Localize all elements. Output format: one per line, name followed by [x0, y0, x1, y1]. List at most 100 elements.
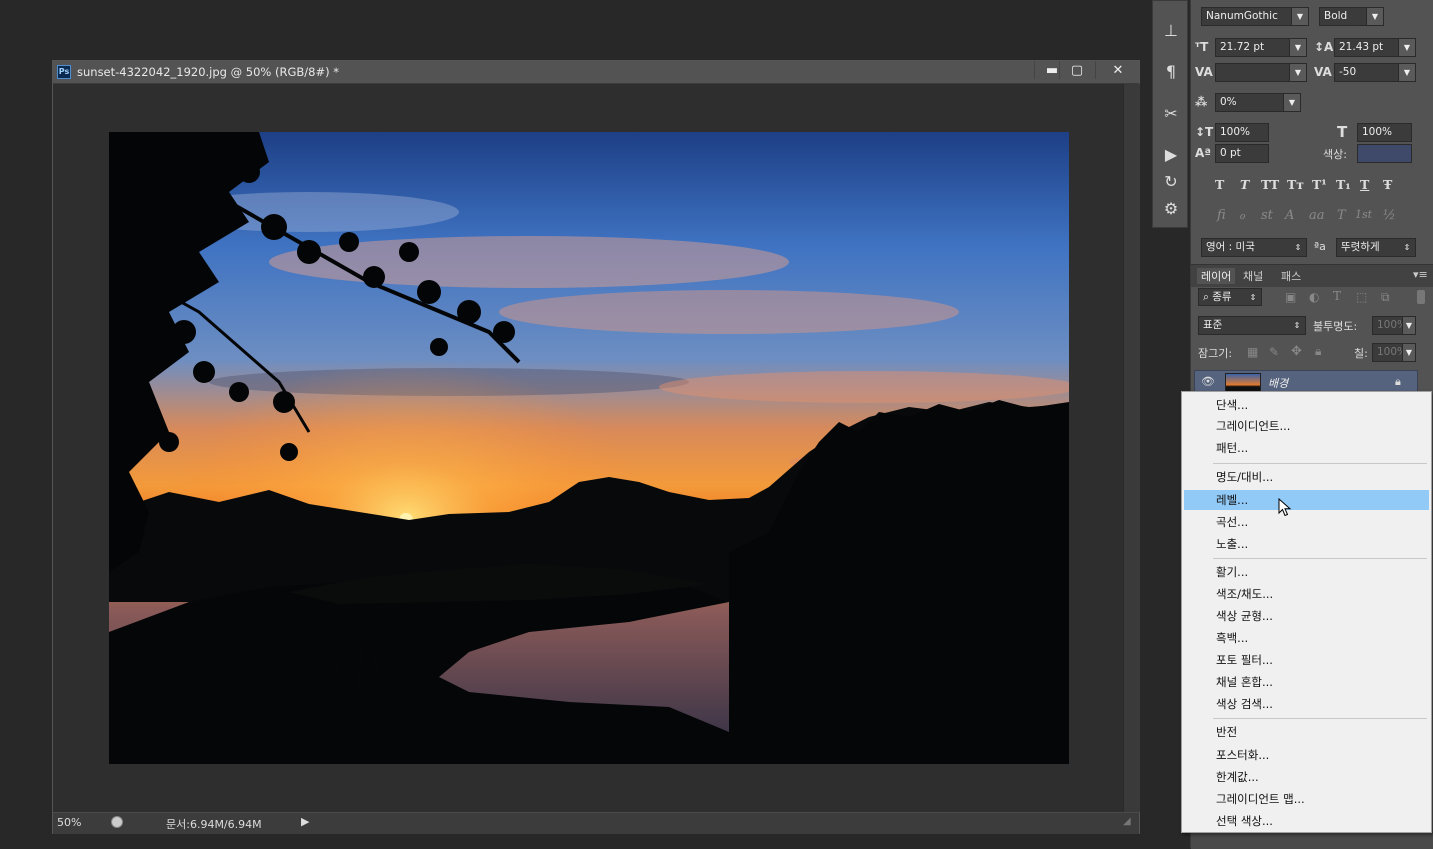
menu-item-posterize[interactable]: 포스터화... — [1184, 745, 1429, 765]
font-family-dropdown[interactable]: NanumGothic ▼ — [1201, 7, 1309, 26]
paragraph-styles-icon[interactable]: ⊥ — [1161, 21, 1181, 41]
menu-item-solid-color[interactable]: 단색... — [1184, 395, 1429, 415]
menu-item-curves[interactable]: 곡선... — [1184, 512, 1429, 532]
chevron-down-icon: ▼ — [1289, 39, 1306, 56]
document-window: Ps sunset-4322042_1920.jpg @ 50% (RGB/8#… — [52, 60, 1140, 834]
menu-item-gradient-map[interactable]: 그레이디언트 맵... — [1184, 789, 1429, 809]
small-caps-button[interactable]: Tт — [1287, 177, 1304, 192]
ordinals-button[interactable]: 1st — [1355, 208, 1372, 221]
menu-item-photo-filter[interactable]: 포토 필터... — [1184, 650, 1429, 670]
tab-channels[interactable]: 채널 — [1243, 268, 1263, 284]
layer-lock-icon: 🔒︎ — [1395, 375, 1401, 388]
menu-separator — [1213, 558, 1427, 559]
faux-italic-button[interactable]: T — [1240, 177, 1249, 192]
all-caps-button[interactable]: TT — [1261, 177, 1279, 192]
menu-item-threshold[interactable]: 한계값... — [1184, 767, 1429, 787]
menu-item-hue-saturation[interactable]: 색조/채도... — [1184, 584, 1429, 604]
visibility-eye-icon[interactable]: 👁︎ — [1201, 375, 1215, 388]
tool-presets-icon[interactable]: ✂ — [1161, 104, 1181, 124]
paragraph-icon[interactable]: ¶ — [1161, 62, 1181, 82]
filter-pixel-icon[interactable]: ▣ — [1285, 290, 1296, 304]
chevron-updown-icon: ⇕ — [1290, 239, 1306, 256]
menu-item-selective-color[interactable]: 선택 색상... — [1184, 811, 1429, 831]
opacity-field[interactable]: 100% ▼ — [1372, 316, 1416, 335]
tsume-field[interactable]: 0% ▼ — [1215, 93, 1301, 112]
alternates-button[interactable]: ℴ — [1239, 208, 1245, 223]
layer-thumbnail — [1225, 373, 1261, 393]
discretionary-ligatures-button[interactable]: st — [1261, 208, 1273, 223]
tab-paths[interactable]: 패스 — [1281, 268, 1301, 284]
filter-type-icon[interactable]: T — [1333, 289, 1341, 303]
sunset-photo[interactable] — [109, 132, 1069, 764]
baseline-shift-field[interactable]: 0 pt — [1215, 144, 1269, 163]
lock-position-icon[interactable]: ✥ — [1291, 344, 1302, 359]
lock-image-brush-icon[interactable]: ✎ — [1269, 345, 1279, 359]
text-color-swatch[interactable] — [1357, 144, 1412, 163]
vertical-scrollbar[interactable] — [1123, 84, 1140, 812]
filter-adjustment-icon[interactable]: ◐ — [1309, 290, 1319, 304]
fill-field[interactable]: 100% ▼ — [1372, 343, 1416, 362]
superscript-button[interactable]: T¹ — [1312, 177, 1327, 192]
resize-grip-icon[interactable]: ◢ — [1123, 816, 1137, 830]
menu-item-gradient[interactable]: 그레이디언트... — [1184, 416, 1429, 436]
status-info-icon[interactable] — [111, 816, 123, 828]
menu-item-exposure[interactable]: 노출... — [1184, 534, 1429, 554]
menu-item-brightness-contrast[interactable]: 명도/대비... — [1184, 467, 1429, 487]
tracking-field[interactable]: -50 ▼ — [1334, 63, 1416, 82]
filter-kind-value: 종류 — [1212, 291, 1232, 303]
menu-item-channel-mixer[interactable]: 채널 혼합... — [1184, 672, 1429, 692]
menu-item-invert[interactable]: 반전 — [1184, 722, 1429, 742]
antialias-dropdown[interactable]: 뚜렷하게 ⇕ — [1336, 238, 1416, 257]
document-title-bar[interactable]: Ps sunset-4322042_1920.jpg @ 50% (RGB/8#… — [53, 61, 1139, 84]
leading-field[interactable]: 21.43 pt ▼ — [1334, 38, 1416, 57]
filter-toggle-switch[interactable] — [1417, 290, 1425, 304]
horizontal-scale-field[interactable]: 100% — [1357, 123, 1412, 142]
tsume-value: 0% — [1220, 96, 1237, 108]
fractions-button[interactable]: ½ — [1383, 208, 1396, 223]
layers-bottom-bar — [1191, 832, 1433, 849]
menu-item-vibrance[interactable]: 활기... — [1184, 562, 1429, 582]
status-menu-arrow-icon[interactable]: ▶ — [301, 815, 309, 828]
lock-transparent-icon[interactable]: ▦ — [1247, 345, 1258, 359]
color-label: 색상: — [1323, 148, 1347, 161]
kerning-field[interactable]: ▼ — [1215, 63, 1307, 82]
vertical-scale-field[interactable]: 100% — [1215, 123, 1269, 142]
canvas-area[interactable] — [53, 84, 1123, 812]
menu-item-color-balance[interactable]: 색상 균형... — [1184, 606, 1429, 626]
tab-layers[interactable]: 레이어 — [1197, 268, 1236, 284]
filter-smart-object-icon[interactable]: ⧉ — [1381, 290, 1390, 305]
filter-shape-icon[interactable]: ⬚ — [1356, 290, 1367, 304]
language-dropdown[interactable]: 영어 : 미국 ⇕ — [1201, 238, 1307, 257]
subscript-button[interactable]: T₁ — [1336, 177, 1351, 192]
menu-item-color-lookup[interactable]: 색상 검색... — [1184, 694, 1429, 714]
close-button[interactable]: ✕ — [1095, 61, 1140, 79]
chevron-updown-icon: ⇕ — [1245, 289, 1261, 305]
faux-bold-button[interactable]: T — [1215, 177, 1224, 192]
swash-button[interactable]: A — [1285, 208, 1294, 223]
menu-item-pattern[interactable]: 패턴... — [1184, 438, 1429, 458]
font-style-dropdown[interactable]: Bold ▼ — [1319, 7, 1384, 26]
panel-menu-icon[interactable]: ▾≡ — [1413, 268, 1428, 281]
ligatures-button[interactable]: ﬁ — [1217, 208, 1226, 223]
layer-filter-dropdown[interactable]: ⌕ 종류 ⇕ — [1198, 288, 1262, 306]
horizontal-scale-icon: T — [1337, 123, 1348, 141]
zoom-level[interactable]: 50% — [57, 816, 93, 829]
underline-button[interactable]: T — [1360, 177, 1369, 192]
history-icon[interactable]: ↻ — [1161, 172, 1181, 192]
font-style-value: Bold — [1324, 10, 1348, 22]
maximize-button[interactable]: ▢ — [1059, 61, 1094, 79]
opentype-buttons: ﬁ ℴ st A aa T 1st ½ — [1217, 208, 1417, 226]
menu-item-levels[interactable]: 레벨... — [1184, 490, 1429, 510]
menu-item-black-white[interactable]: 흑백... — [1184, 628, 1429, 648]
menu-separator — [1213, 463, 1427, 464]
blend-mode-dropdown[interactable]: 표준 ⇕ — [1198, 316, 1306, 335]
properties-icon[interactable]: ⚙ — [1161, 199, 1181, 219]
lock-all-icon[interactable]: 🔒︎ — [1315, 344, 1321, 359]
stylistic-alternates-button[interactable]: aa — [1309, 208, 1325, 223]
actions-play-icon[interactable]: ▶ — [1161, 145, 1181, 165]
strikethrough-button[interactable]: Ŧ — [1383, 177, 1392, 192]
titling-button[interactable]: T — [1337, 208, 1346, 223]
layer-name[interactable]: 배경 — [1268, 375, 1288, 391]
font-size-field[interactable]: 21.72 pt ▼ — [1215, 38, 1307, 57]
chevron-down-icon: ▼ — [1366, 8, 1383, 25]
